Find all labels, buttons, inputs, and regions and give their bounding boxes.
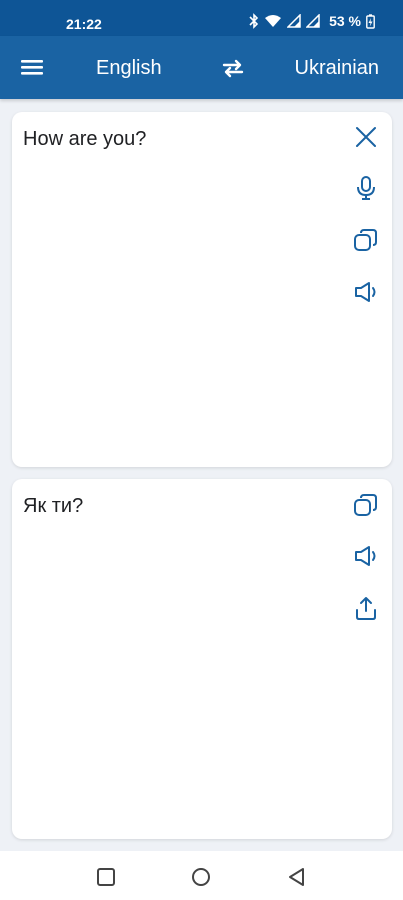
signal-icon <box>306 14 320 28</box>
copy-icon[interactable] <box>352 226 380 254</box>
swap-arrows-icon[interactable] <box>219 56 247 80</box>
hamburger-menu-icon[interactable] <box>18 55 46 79</box>
source-language-button[interactable]: English <box>96 57 162 80</box>
share-icon[interactable] <box>352 594 380 622</box>
speaker-icon[interactable] <box>352 542 380 570</box>
recents-square-icon[interactable] <box>95 866 117 888</box>
source-text-card: How are you? <box>12 112 392 467</box>
status-time: 21:22 <box>66 16 102 32</box>
target-language-button[interactable]: Ukrainian <box>295 57 379 80</box>
app-bar: English Ukrainian <box>0 36 403 99</box>
microphone-icon[interactable] <box>352 174 380 202</box>
battery-percentage: 53 % <box>329 13 361 29</box>
copy-icon[interactable] <box>352 491 380 519</box>
bluetooth-icon <box>249 13 259 29</box>
battery-icon <box>366 13 375 29</box>
translation-text: Як ти? <box>23 495 84 517</box>
home-circle-icon[interactable] <box>190 866 212 888</box>
translator-screen: 21:22 53 % English Ukrainian How are you… <box>0 0 403 900</box>
close-icon[interactable] <box>352 123 380 151</box>
translation-result-card: Як ти? <box>12 479 392 839</box>
wifi-icon <box>264 14 282 28</box>
source-text-input[interactable]: How are you? <box>23 128 323 151</box>
status-bar: 21:22 53 % <box>0 0 403 36</box>
speaker-icon[interactable] <box>352 278 380 306</box>
system-navigation-bar <box>0 851 403 900</box>
status-icons: 53 % <box>249 13 375 29</box>
signal-icon <box>287 14 301 28</box>
back-triangle-icon[interactable] <box>286 866 308 888</box>
